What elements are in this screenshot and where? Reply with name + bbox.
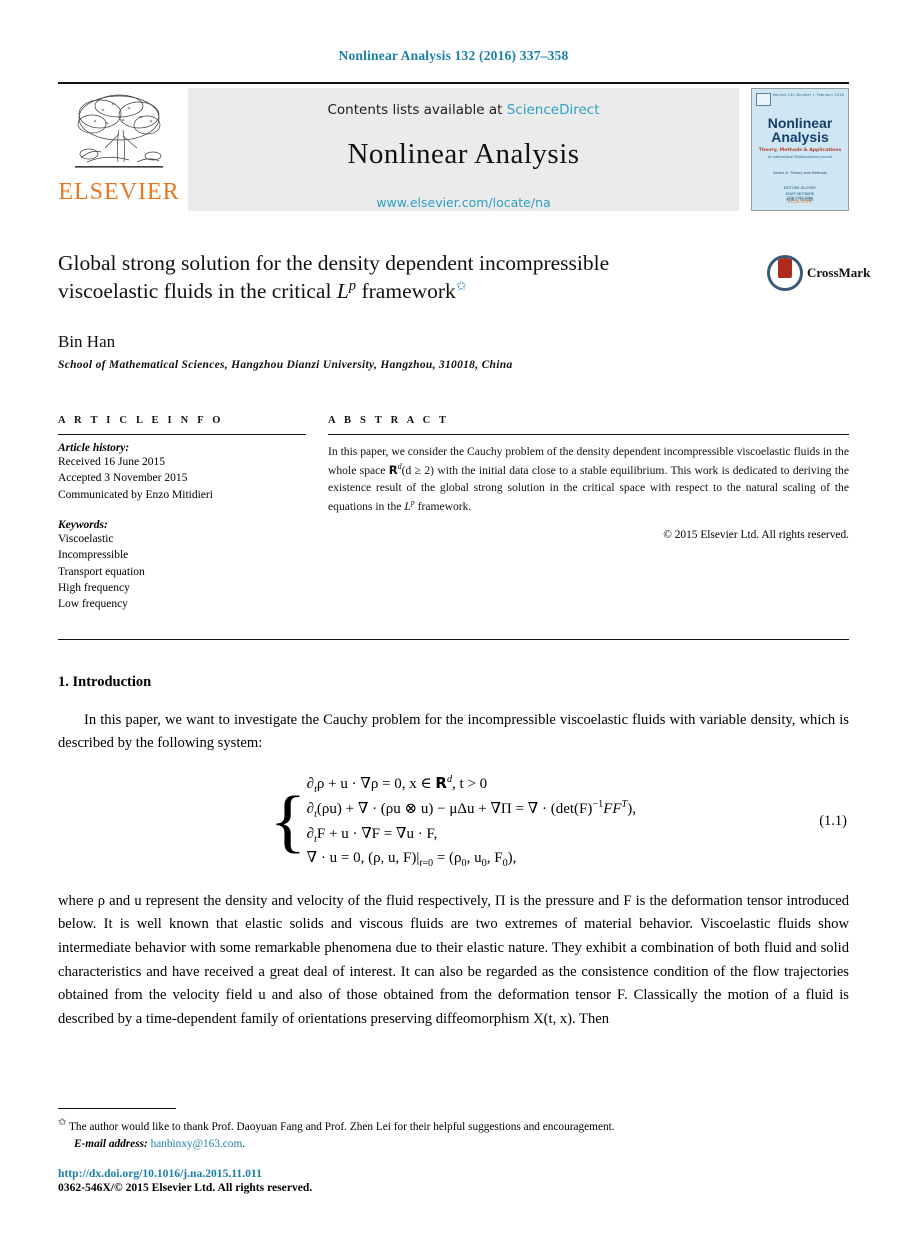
sciencedirect-link[interactable]: ScienceDirect xyxy=(507,102,600,118)
author-affiliation: School of Mathematical Sciences, Hangzho… xyxy=(58,358,513,371)
masthead-center: Contents lists available at ScienceDirec… xyxy=(188,88,739,211)
title-line-2: viscoelastic fluids in the critical xyxy=(58,279,337,304)
keyword-2: Transport equation xyxy=(58,565,145,578)
title-math-exponent: p xyxy=(348,278,357,295)
abstract-heading: A B S T R A C T xyxy=(328,414,450,426)
section-divider-rule xyxy=(58,638,849,640)
journal-url-link[interactable]: www.elsevier.com/locate/na xyxy=(376,195,550,210)
equation-line-4: ∇ · u = 0, (ρ, u, F)|t=0 = (ρ0, u0, F0), xyxy=(306,850,517,870)
equation-line-4-e: ), xyxy=(507,850,517,867)
abstract-text: In this paper, we consider the Cauchy pr… xyxy=(328,443,849,516)
journal-title: Nonlinear Analysis xyxy=(347,138,580,170)
equation-line-4-b: = (ρ xyxy=(433,850,462,867)
article-info-heading: A R T I C L E I N F O xyxy=(58,414,224,426)
abstract-rule xyxy=(328,433,849,435)
keyword-3: High frequency xyxy=(58,581,130,594)
abstract-copyright: © 2015 Elsevier Ltd. All rights reserved… xyxy=(663,528,849,541)
info-abstract-block: A R T I C L E I N F O Article history: R… xyxy=(58,415,849,613)
equation-line-4-d: , F xyxy=(486,850,503,867)
contents-available-line: Contents lists available at ScienceDirec… xyxy=(327,102,599,118)
title-block: Global strong solution for the density d… xyxy=(58,249,870,371)
abstract-math-condition: (d ≥ 2) xyxy=(401,463,435,477)
email-label: E-mail address: xyxy=(74,1138,148,1151)
abstract-math-R: R xyxy=(388,462,398,477)
cover-subtitle-2: An International Multidisciplinary Journ… xyxy=(767,154,833,159)
elsevier-logo: ELSEVIER xyxy=(58,84,180,215)
intro-paragraph-1: In this paper, we want to investigate th… xyxy=(58,711,849,752)
journal-masthead: ELSEVIER Contents lists available at Sci… xyxy=(58,82,849,215)
keywords-heading: Keywords: xyxy=(58,518,108,531)
article-info-rule xyxy=(58,433,306,435)
equation-system: { ∂tρ + u · ∇ρ = 0, x ∈ Rd, t > 0 ∂t(ρu)… xyxy=(269,772,636,872)
footnote-rule xyxy=(58,1108,176,1110)
equation-line-2-text: (ρu) + ∇ · (ρu ⊗ u) − μΔu + ∇Π = ∇ · (de… xyxy=(316,801,593,818)
equation-line-1-tail: , t > 0 xyxy=(452,775,488,792)
footnote-block: ✩ The author would like to thank Prof. D… xyxy=(58,1108,849,1194)
cover-logo-chip xyxy=(756,93,771,106)
equation-line-4-c: , u xyxy=(466,850,482,867)
equation-line-1-text: ρ + u · ∇ρ = 0, x ∈ xyxy=(316,775,436,792)
running-head: Nonlinear Analysis 132 (2016) 337–358 xyxy=(338,48,569,63)
keyword-1: Incompressible xyxy=(58,549,129,562)
footnote-email-line: E-mail address: hanbinxy@163.com. xyxy=(58,1136,849,1153)
history-item-communicated: Communicated by Enzo Mitidieri xyxy=(58,488,213,501)
cover-title-line1: Nonlinear xyxy=(767,115,833,131)
page-title: Global strong solution for the density d… xyxy=(58,249,753,306)
elsevier-tree-icon xyxy=(67,90,171,178)
crossmark-badge[interactable]: CrossMark xyxy=(767,253,870,293)
cover-footer: ISSN 0362-546X ELSEVIER xyxy=(752,196,848,205)
section-heading-introduction: 1. Introduction xyxy=(58,673,152,690)
doi-link[interactable]: http://dx.doi.org/10.1016/j.na.2015.11.0… xyxy=(58,1167,849,1180)
equation-lines: ∂tρ + u · ∇ρ = 0, x ∈ Rd, t > 0 ∂t(ρu) +… xyxy=(307,772,636,872)
intro-paragraph-2: where ρ and u represent the density and … xyxy=(58,892,849,1028)
crossmark-icon xyxy=(767,255,803,291)
abstract-column: A B S T R A C T In this paper, we consid… xyxy=(328,415,849,613)
article-page: Nonlinear Analysis 132 (2016) 337–358 EL… xyxy=(0,0,907,1238)
cover-title-line2: Analysis xyxy=(771,129,829,146)
title-line-1: Global strong solution for the density d… xyxy=(58,251,610,275)
issn-copyright-line: 0362-546X/© 2015 Elsevier Ltd. All right… xyxy=(58,1181,313,1194)
email-link[interactable]: hanbinxy@163.com xyxy=(151,1138,243,1150)
cover-series-note: Series A: Theory and Methods xyxy=(773,170,827,175)
equation-left-brace: { xyxy=(269,782,307,860)
equation-line-1-R: R xyxy=(435,773,447,792)
cover-topbar: Volume 132 Number 1 February 2016 xyxy=(752,89,848,106)
email-period: . xyxy=(242,1138,246,1151)
equation-line-2: ∂t(ρu) + ∇ · (ρu ⊗ u) − μΔu + ∇Π = ∇ · (… xyxy=(306,799,636,821)
equation-line-3-text: F + u · ∇F = ∇u · F, xyxy=(316,825,438,842)
cover-volume-label: Volume 132 xyxy=(772,93,795,97)
cover-date-label: February 2016 xyxy=(816,93,844,97)
equation-1-1: { ∂tρ + u · ∇ρ = 0, x ∈ Rd, t > 0 ∂t(ρu)… xyxy=(58,772,849,872)
article-info-column: A R T I C L E I N F O Article history: R… xyxy=(58,415,306,613)
author-name: Bin Han xyxy=(58,331,116,351)
keyword-0: Viscoelastic xyxy=(58,532,114,545)
cover-number-label: Number 1 xyxy=(796,93,815,97)
article-history-heading: Article history: xyxy=(58,441,130,454)
equation-line-4-text: ∇ · u = 0, (ρ, u, F)| xyxy=(306,850,420,867)
title-footnote-marker[interactable]: ✩ xyxy=(456,278,467,293)
equation-line-3: ∂tF + u · ∇F = ∇u · F, xyxy=(306,825,438,845)
equation-line-1: ∂tρ + u · ∇ρ = 0, x ∈ Rd, t > 0 xyxy=(306,773,488,795)
contents-prefix: Contents lists available at xyxy=(327,102,503,118)
elsevier-wordmark: ELSEVIER xyxy=(58,179,180,205)
crossmark-label: CrossMark xyxy=(807,265,871,280)
footnote-acknowledgment: ✩ The author would like to thank Prof. D… xyxy=(58,1115,849,1136)
history-item-received: Received 16 June 2015 xyxy=(58,455,165,468)
keyword-4: Low frequency xyxy=(58,598,128,611)
history-item-accepted: Accepted 3 November 2015 xyxy=(58,472,188,485)
title-math-L: L xyxy=(336,279,349,304)
cover-title: Nonlinear Analysis xyxy=(752,116,848,145)
cover-publisher: ELSEVIER xyxy=(787,200,813,205)
journal-cover-thumbnail: Volume 132 Number 1 February 2016 Nonlin… xyxy=(751,88,849,211)
footnote-star-marker: ✩ xyxy=(58,1117,67,1129)
title-line-3: framework xyxy=(356,279,456,304)
equation-number: (1.1) xyxy=(819,813,847,830)
cover-subtitle: Theory, Methods & Applications xyxy=(758,147,842,153)
abstract-text-part3: framework. xyxy=(414,499,472,513)
footnote-acknowledgment-text: The author would like to thank Prof. Dao… xyxy=(69,1121,615,1134)
